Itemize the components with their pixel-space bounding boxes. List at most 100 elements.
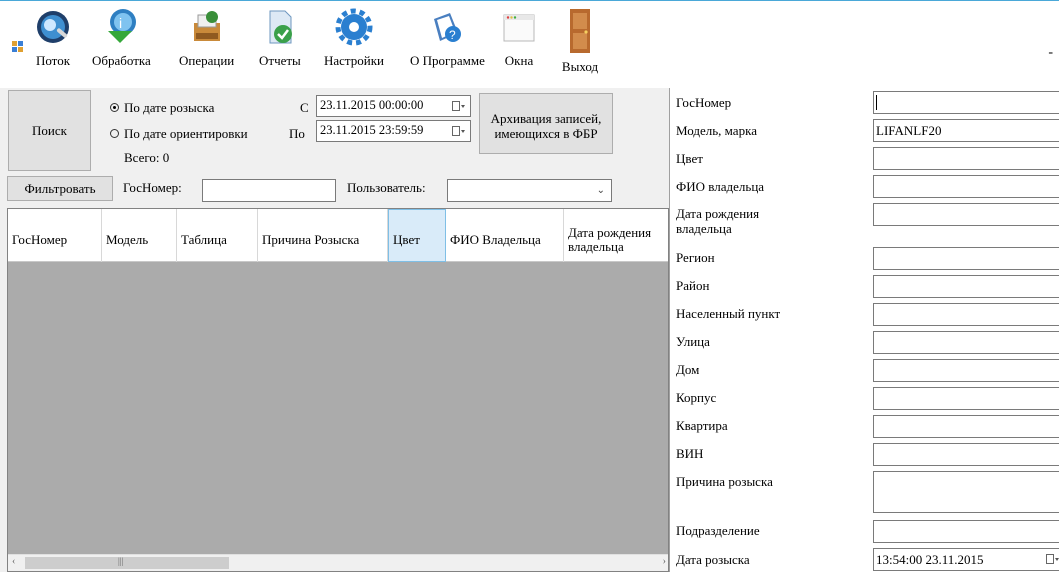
calendar-dropdown-icon[interactable]: [452, 101, 466, 112]
label-vin: ВИН: [676, 446, 704, 461]
radio-search-date-label: По дате розыска: [124, 100, 215, 115]
toolbar-button-stream[interactable]: Поток: [34, 7, 72, 69]
input-owner-name[interactable]: [873, 175, 1059, 198]
main-toolbar: Поток i Обработка Операции Отчеты Настро…: [0, 0, 1059, 88]
total-count: Всего: 0: [124, 150, 170, 165]
reports-icon: [261, 7, 299, 47]
calendar-dropdown-icon[interactable]: [452, 126, 466, 137]
radio-dot-icon: [110, 129, 119, 138]
column-header-owner-birthdate[interactable]: Дата рождения владельца: [564, 209, 668, 262]
input-district[interactable]: [873, 275, 1059, 298]
search-date-picker[interactable]: 13:54:00 23.11.2015: [873, 548, 1059, 571]
toolbar-button-processing[interactable]: i Обработка: [92, 7, 151, 69]
column-header-reason[interactable]: Причина Розыска: [258, 209, 388, 262]
label-region: Регион: [676, 250, 715, 265]
radio-search-date[interactable]: По дате розыска: [110, 100, 214, 116]
toolbar-button-about[interactable]: ? О Программе: [410, 7, 485, 69]
details-panel: ГосНомер Модель, марка LIFANLF20 Цвет ФИ…: [669, 88, 1059, 572]
column-header-model[interactable]: Модель: [102, 209, 177, 262]
to-label: По: [289, 126, 305, 141]
input-apartment[interactable]: [873, 415, 1059, 438]
label-model: Модель, марка: [676, 123, 757, 138]
from-date-picker[interactable]: 23.11.2015 00:00:00: [316, 95, 471, 117]
radio-orientation-date-label: По дате ориентировки: [124, 126, 248, 141]
column-header-table[interactable]: Таблица: [177, 209, 258, 262]
filter-button[interactable]: Фильтровать: [7, 176, 113, 201]
processing-icon: i: [102, 7, 140, 47]
app-icon[interactable]: [12, 41, 24, 53]
gosnomer-filter-label: ГосНомер:: [123, 180, 182, 195]
toolbar-button-settings[interactable]: Настройки: [324, 7, 384, 69]
operations-icon: [188, 7, 226, 47]
toolbar-label-stream: Поток: [35, 53, 71, 68]
input-locality[interactable]: [873, 303, 1059, 326]
toolbar-label-settings: Настройки: [324, 53, 384, 68]
scrollbar-thumb[interactable]: |||: [25, 556, 229, 569]
toolbar-label-processing: Обработка: [92, 53, 151, 68]
toolbar-label-reports: Отчеты: [259, 53, 301, 68]
column-header-owner-name[interactable]: ФИО Владельца: [446, 209, 564, 262]
toolbar-button-reports[interactable]: Отчеты: [259, 7, 301, 69]
input-color[interactable]: [873, 147, 1059, 170]
svg-text:i: i: [119, 15, 122, 31]
settings-icon: [335, 7, 373, 47]
toolbar-label-windows: Окна: [504, 53, 534, 68]
from-label: С: [300, 100, 309, 115]
input-vin[interactable]: [873, 443, 1059, 466]
text-caret: [876, 95, 877, 110]
label-owner-name: ФИО владельца: [676, 179, 765, 194]
windows-icon: [500, 7, 538, 47]
archive-records-button[interactable]: Архивация записей, имеющихся в ФБР: [479, 93, 613, 154]
calendar-dropdown-icon[interactable]: [1046, 554, 1059, 565]
search-button[interactable]: Поиск: [8, 90, 91, 171]
column-header-gosnomer[interactable]: ГосНомер: [8, 209, 102, 262]
toolbar-button-windows[interactable]: Окна: [500, 7, 538, 69]
label-building: Корпус: [676, 390, 717, 405]
toolbar-button-exit[interactable]: Выход: [561, 7, 599, 75]
input-model[interactable]: LIFANLF20: [873, 119, 1059, 142]
label-street: Улица: [676, 334, 710, 349]
toolbar-button-operations[interactable]: Операции: [179, 7, 234, 69]
radio-orientation-date[interactable]: По дате ориентировки: [110, 126, 248, 142]
minimize-button[interactable]: -: [1048, 45, 1053, 61]
input-building[interactable]: [873, 387, 1059, 410]
label-search-date: Дата розыска: [676, 552, 750, 567]
about-icon: ?: [428, 7, 466, 47]
input-department[interactable]: [873, 520, 1059, 543]
toolbar-label-exit: Выход: [561, 59, 599, 74]
label-locality: Населенный пункт: [676, 306, 781, 321]
label-apartment: Квартира: [676, 418, 728, 433]
horizontal-scrollbar[interactable]: ‹ ||| ›: [8, 554, 668, 571]
user-filter-label: Пользователь:: [347, 180, 426, 195]
toolbar-label-about: О Программе: [410, 53, 485, 68]
from-date-value: 23.11.2015 00:00:00: [320, 98, 424, 112]
grid-header: ГосНомер Модель Таблица Причина Розыска …: [8, 209, 668, 262]
label-district: Район: [676, 278, 710, 293]
scroll-left-icon[interactable]: ‹: [12, 556, 15, 567]
toolbar-label-operations: Операции: [179, 53, 235, 68]
input-gosnomer[interactable]: [873, 91, 1059, 114]
label-color: Цвет: [676, 151, 703, 166]
user-filter-select[interactable]: ⌄: [447, 179, 612, 202]
label-department: Подразделение: [676, 523, 760, 538]
input-region[interactable]: [873, 247, 1059, 270]
exit-door-icon: [561, 7, 599, 55]
search-date-value: 13:54:00 23.11.2015: [876, 552, 984, 567]
search-panel: Поиск По дате розыска По дате ориентиров…: [0, 88, 669, 572]
radio-dot-icon: [110, 103, 119, 112]
label-house: Дом: [676, 362, 700, 377]
stream-icon: [34, 7, 72, 47]
column-header-color[interactable]: Цвет: [388, 209, 446, 262]
scroll-right-icon[interactable]: ›: [663, 556, 666, 567]
input-owner-birthdate[interactable]: [873, 203, 1059, 226]
chevron-down-icon: ⌄: [596, 185, 605, 196]
to-date-picker[interactable]: 23.11.2015 23:59:59: [316, 120, 471, 142]
input-house[interactable]: [873, 359, 1059, 382]
label-gosnomer: ГосНомер: [676, 95, 732, 110]
input-street[interactable]: [873, 331, 1059, 354]
grip-icon: |||: [118, 556, 124, 566]
results-grid[interactable]: ГосНомер Модель Таблица Причина Розыска …: [7, 208, 669, 572]
gosnomer-filter-input[interactable]: [202, 179, 336, 202]
textarea-search-reason[interactable]: [873, 471, 1059, 513]
svg-text:?: ?: [449, 28, 456, 42]
